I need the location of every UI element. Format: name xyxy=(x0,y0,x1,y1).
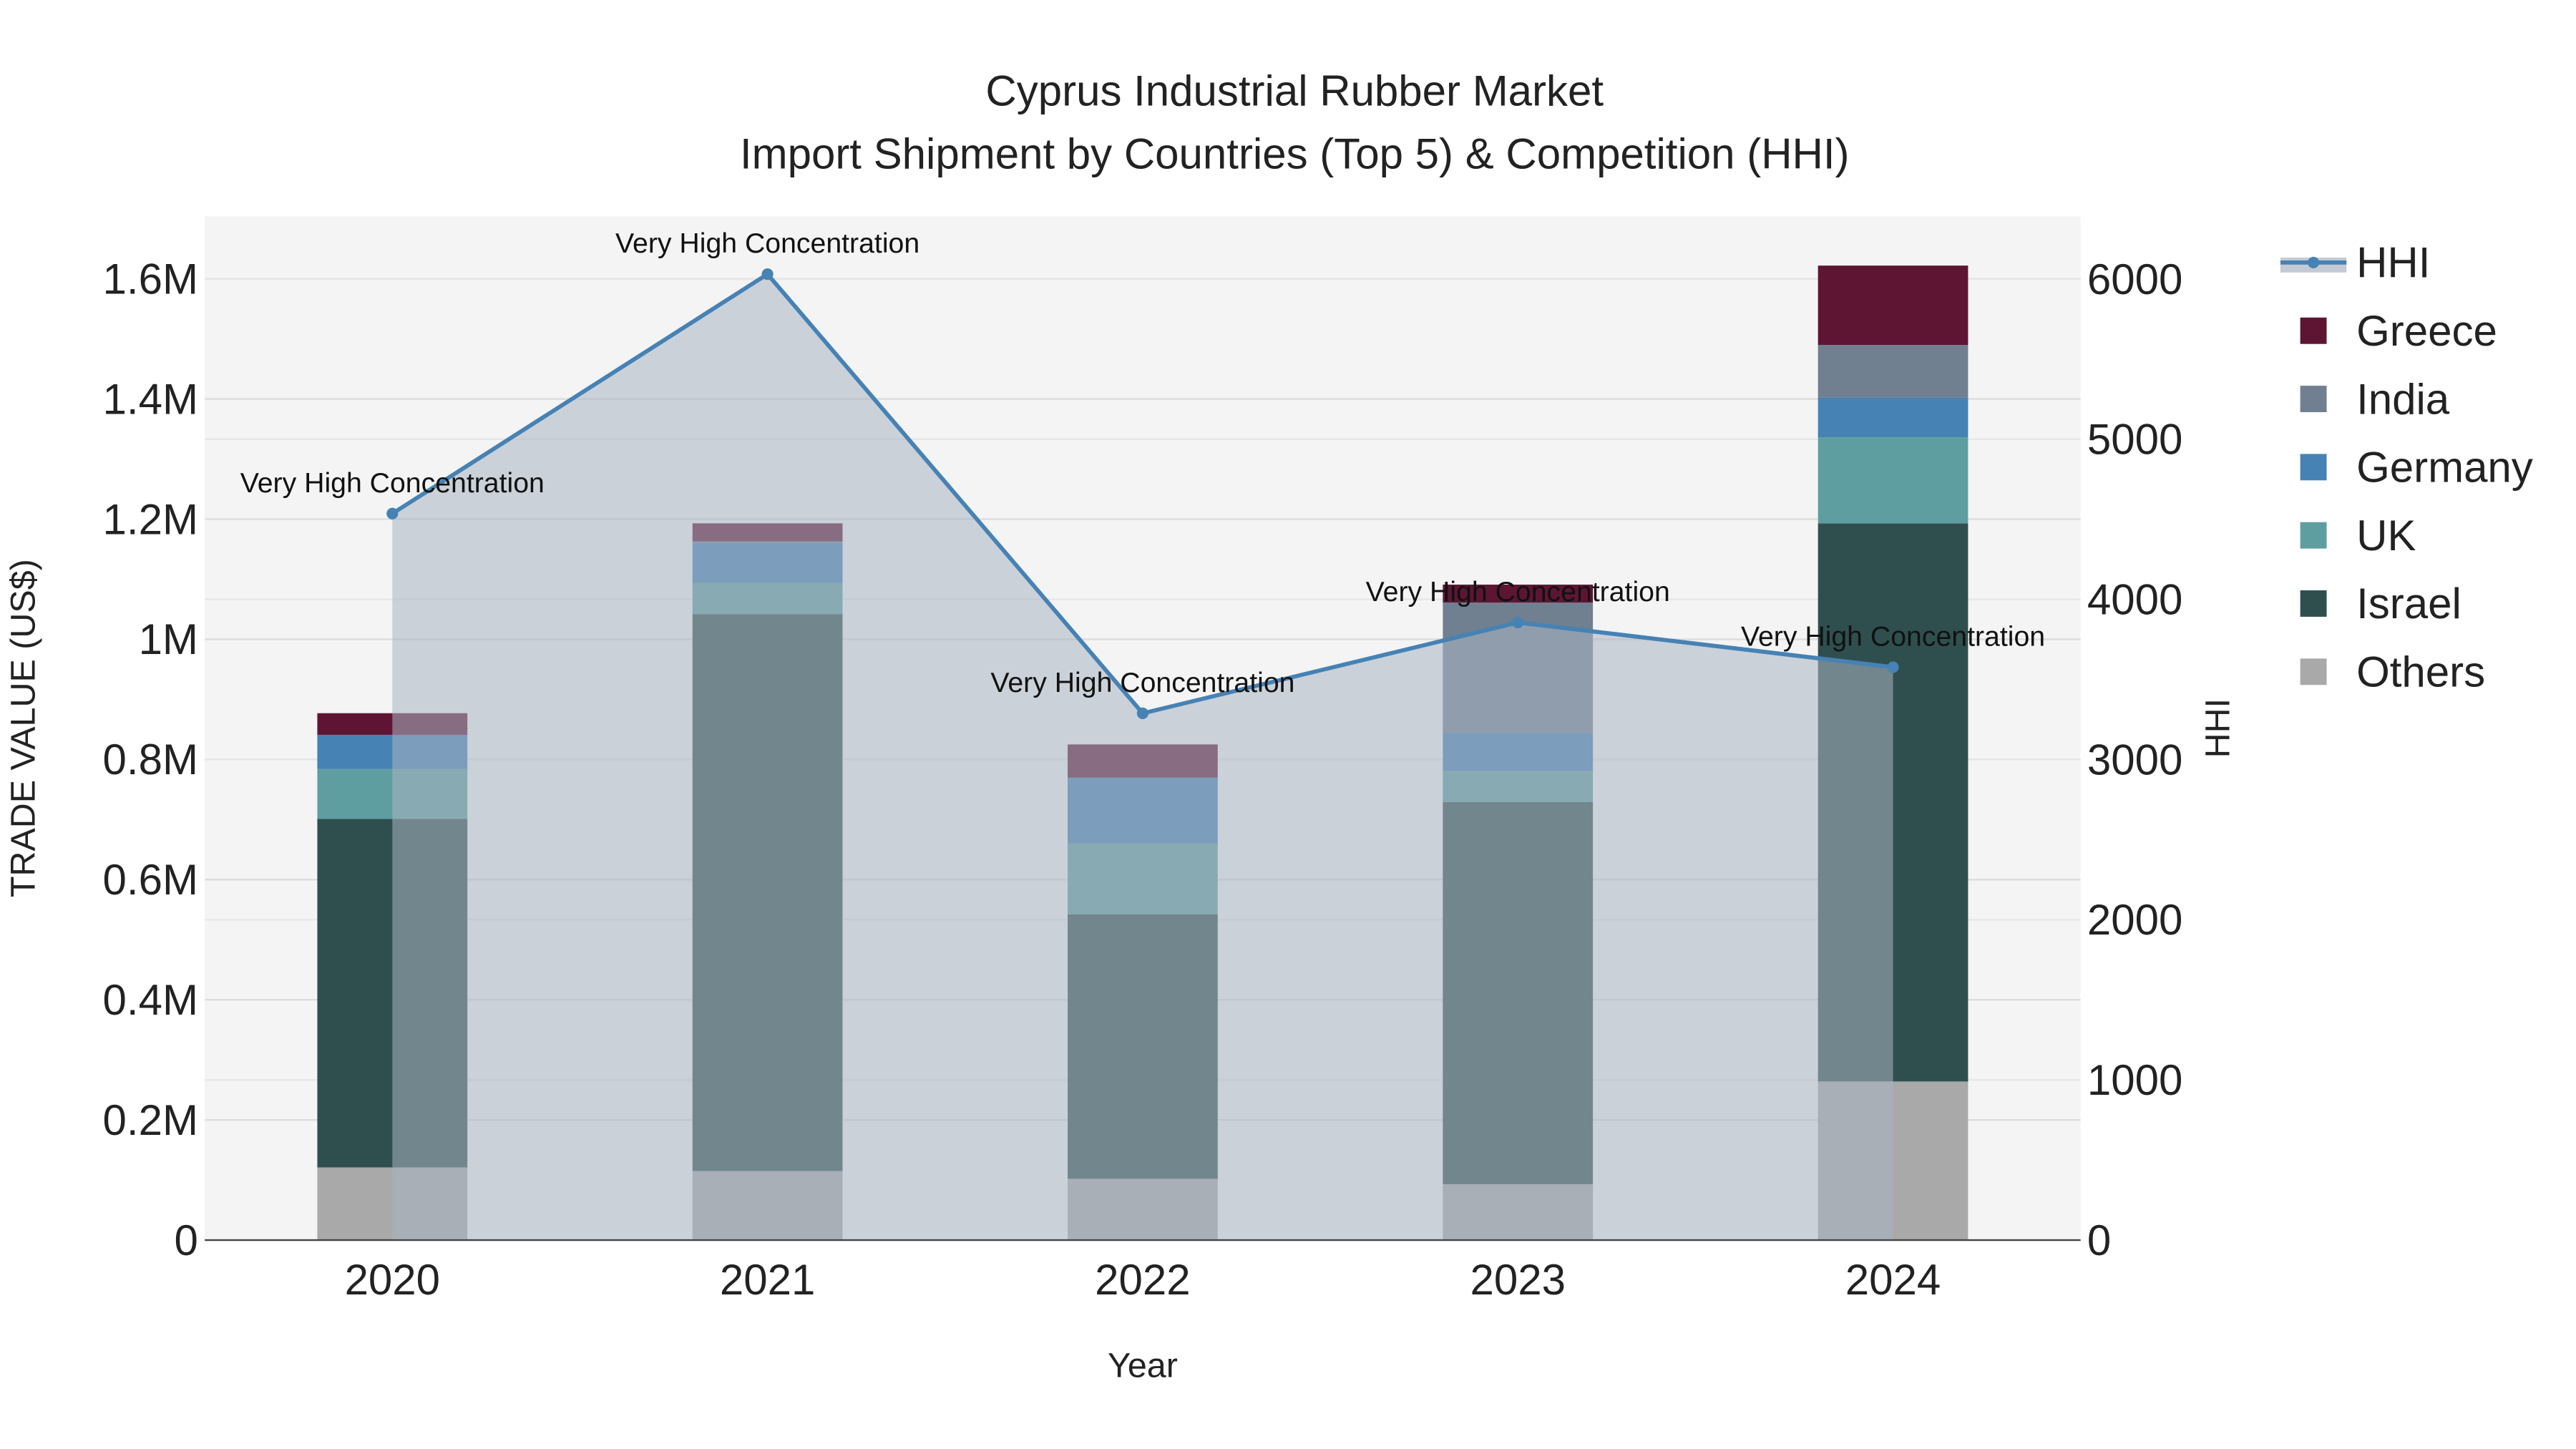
legend-label: Germany xyxy=(2356,444,2533,492)
y2-tick-label: 0 xyxy=(2087,1216,2111,1264)
hhi-annotation: Very High Concentration xyxy=(990,667,1294,698)
y-tick-label: 0 xyxy=(175,1216,198,1264)
legend-label: Others xyxy=(2356,648,2485,696)
bar-uk-2024[interactable] xyxy=(1818,437,1968,524)
chart: Very High Concentration Very High Concent… xyxy=(4,67,2533,1385)
y-tick-label: 1.4M xyxy=(103,375,198,423)
y-tick-label: 0.2M xyxy=(103,1096,198,1144)
y-tick-label: 1M xyxy=(139,615,198,663)
hhi-annotation: Very High Concentration xyxy=(1366,576,1670,608)
x-tick-label: 2021 xyxy=(720,1256,815,1304)
legend-item-uk[interactable]: UK xyxy=(2300,512,2416,560)
y-tick-label: 0.8M xyxy=(103,736,198,784)
legend-label: Israel xyxy=(2356,580,2462,628)
y2-tick-label: 5000 xyxy=(2087,416,2182,464)
y-tick-label: 1.2M xyxy=(103,495,198,543)
legend-swatch xyxy=(2300,454,2327,481)
hhi-annotation: Very High Concentration xyxy=(240,467,545,499)
x-tick-label: 2024 xyxy=(1845,1256,1941,1304)
y2-tick-label: 3000 xyxy=(2087,736,2182,784)
legend-label: UK xyxy=(2356,512,2416,560)
legend-swatch xyxy=(2300,386,2327,412)
legend-item-germany[interactable]: Germany xyxy=(2300,444,2533,492)
y-tick-label: 1.6M xyxy=(103,255,198,303)
hhi-point-2024[interactable] xyxy=(1887,661,1899,673)
legend-swatch xyxy=(2300,658,2327,686)
bar-greece-2024[interactable] xyxy=(1818,265,1968,345)
legend-item-greece[interactable]: Greece xyxy=(2300,307,2497,355)
x-tick-label: 2022 xyxy=(1095,1256,1190,1304)
legend-swatch xyxy=(2300,590,2327,617)
y-tick-label: 0.4M xyxy=(103,976,198,1024)
legend-item-hhi[interactable]: HHI xyxy=(2280,239,2430,287)
y-axis-title: TRADE VALUE (US$) xyxy=(4,559,42,897)
legend-label: India xyxy=(2356,375,2450,423)
hhi-annotation: Very High Concentration xyxy=(1741,620,2045,652)
y2-axis-title: HHI xyxy=(2198,698,2237,758)
bar-india-2024[interactable] xyxy=(1818,344,1968,398)
legend-label: HHI xyxy=(2356,239,2430,287)
y2-tick-label: 2000 xyxy=(2087,896,2182,944)
hhi-point-2021[interactable] xyxy=(761,268,774,280)
bar-germany-2024[interactable] xyxy=(1818,397,1968,438)
legend-item-israel[interactable]: Israel xyxy=(2300,580,2462,628)
legend: HHI Greece India Germany UK Israel Others xyxy=(2280,239,2533,696)
hhi-point-2022[interactable] xyxy=(1136,707,1148,719)
y-tick-label: 0.6M xyxy=(103,856,198,904)
y2-tick-label: 6000 xyxy=(2087,255,2182,303)
x-tick-label: 2020 xyxy=(345,1256,440,1304)
legend-item-india[interactable]: India xyxy=(2300,375,2450,423)
y2-tick-label: 1000 xyxy=(2087,1056,2182,1104)
x-tick-label: 2023 xyxy=(1470,1256,1565,1304)
legend-swatch xyxy=(2300,317,2327,344)
hhi-annotation: Very High Concentration xyxy=(615,228,919,259)
y2-tick-label: 4000 xyxy=(2087,575,2182,623)
x-axis-title: Year xyxy=(1108,1347,1178,1385)
legend-item-others[interactable]: Others xyxy=(2300,648,2486,696)
chart-subtitle: Import Shipment by Countries (Top 5) & C… xyxy=(740,130,1850,177)
legend-marker xyxy=(2308,256,2320,268)
legend-swatch xyxy=(2300,522,2327,549)
chart-title: Cyprus Industrial Rubber Market xyxy=(985,67,1604,115)
legend-label: Greece xyxy=(2356,307,2497,355)
hhi-point-2023[interactable] xyxy=(1512,616,1524,629)
hhi-point-2020[interactable] xyxy=(386,507,399,519)
